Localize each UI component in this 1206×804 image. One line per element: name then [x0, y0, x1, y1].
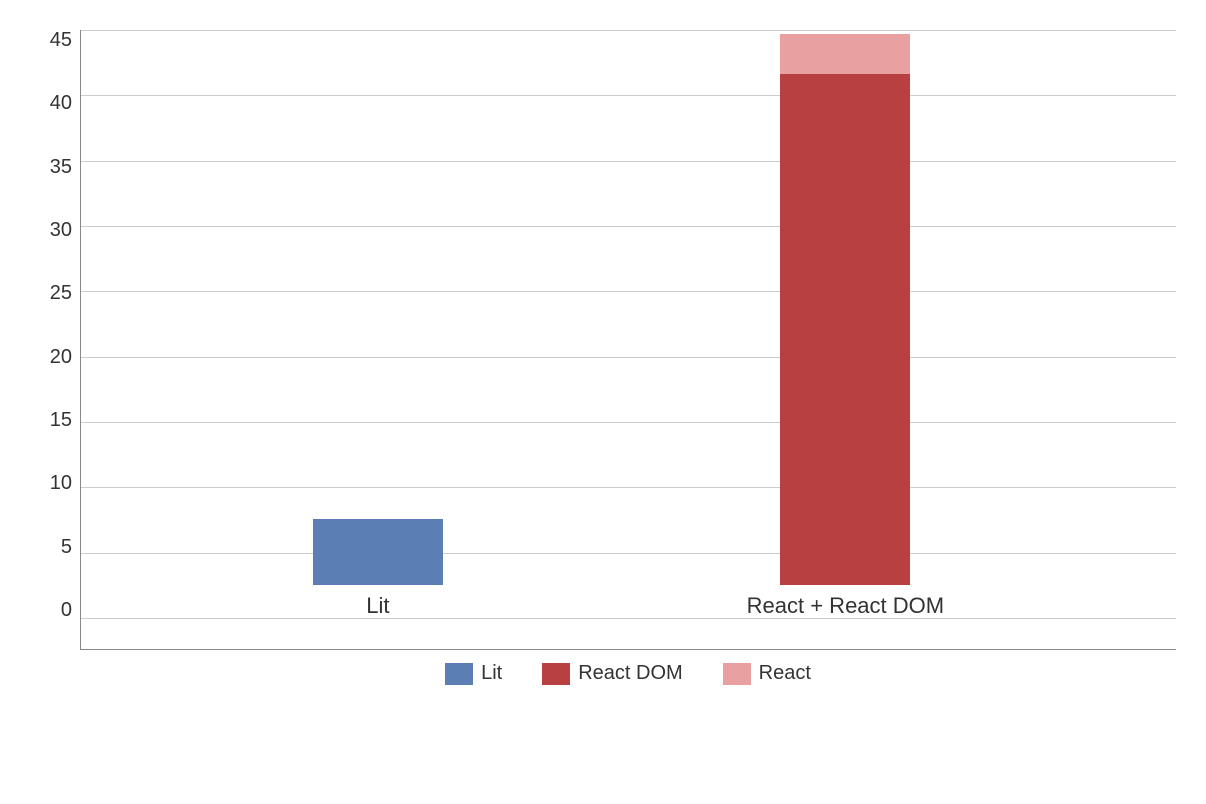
chart-container: 454035302520151050 LitReact + React DOM …: [0, 0, 1206, 804]
chart-area: 45 40 35 30 25 20 15 10 5 0 Lit React + React DOM: [20, 30, 1176, 650]
y-axis-label: 5: [61, 537, 72, 557]
y-axis: 45 40 35 30 25 20 15 10 5 0: [20, 30, 80, 650]
legend-item: React DOM: [542, 662, 682, 685]
bar-segment-react: [780, 34, 910, 73]
legend-label: React: [759, 662, 811, 685]
bar-segment-react-dom: [780, 74, 910, 585]
bar-group: Lit: [313, 519, 443, 619]
x-axis-label: Lit: [366, 593, 389, 619]
y-axis-label: 45: [50, 30, 72, 50]
bar-group: React + React DOM: [747, 34, 944, 619]
legend-swatch: [723, 663, 751, 685]
legend-item: React: [723, 662, 811, 685]
y-axis-label: 0: [61, 600, 72, 620]
y-axis-label: 20: [50, 347, 72, 367]
legend: Lit React DOM React: [80, 662, 1176, 685]
y-axis-label: 40: [50, 93, 72, 113]
y-axis-label: 25: [50, 283, 72, 303]
legend-label: Lit: [481, 662, 502, 685]
legend-label: React DOM: [578, 662, 682, 685]
legend-swatch: [445, 663, 473, 685]
legend-item: Lit: [445, 662, 502, 685]
y-axis-label: 30: [50, 220, 72, 240]
legend-swatch: [542, 663, 570, 685]
bar-stack: [313, 519, 443, 585]
plot-area: Lit React + React DOM: [80, 30, 1176, 650]
x-axis-label: React + React DOM: [747, 593, 944, 619]
y-axis-label: 10: [50, 473, 72, 493]
bars-row: Lit React + React DOM: [81, 30, 1176, 619]
bar-stack: [780, 34, 910, 585]
y-axis-label: 35: [50, 157, 72, 177]
y-axis-label: 15: [50, 410, 72, 430]
bar-segment-lit: [313, 519, 443, 585]
